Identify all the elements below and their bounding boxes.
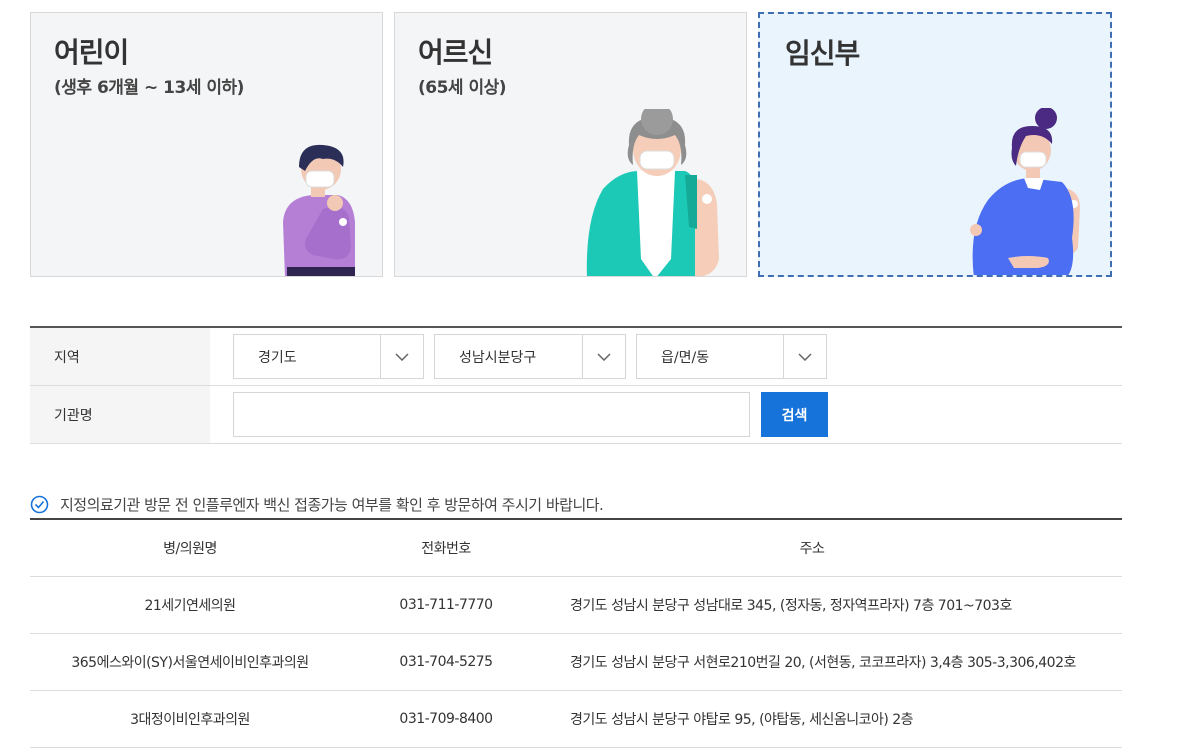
- institution-name-input[interactable]: [233, 392, 750, 437]
- category-subtitle: (65세 이상): [418, 78, 507, 98]
- town-select[interactable]: 읍/면/동: [636, 334, 827, 379]
- table-row[interactable]: 365에스와이(SY)서울연세이비인후과의원 031-704-5275 경기도 …: [30, 634, 1122, 691]
- category-card-seniors[interactable]: 어르신 (65세 이상): [394, 12, 747, 277]
- chevron-down-icon[interactable]: [380, 335, 423, 378]
- header-phone: 전화번호: [421, 541, 471, 557]
- hospital-name: 21세기연세의원: [144, 598, 236, 614]
- region-label: 지역: [30, 328, 210, 385]
- phone-number: 031-711-7770: [399, 597, 493, 613]
- region-row: 지역 경기도 성남시분당구 읍/면/동: [30, 328, 1122, 386]
- senior-illustration: [586, 109, 719, 276]
- child-illustration: [283, 144, 355, 276]
- category-card-pregnant[interactable]: 임신부: [758, 12, 1112, 277]
- table-row[interactable]: 21세기연세의원 031-711-7770 경기도 성남시 분당구 성남대로 3…: [30, 577, 1122, 634]
- results-table: 병/의원명 전화번호 주소 21세기연세의원 031-711-7770 경기도 …: [30, 518, 1122, 748]
- province-select-value: 경기도: [258, 349, 297, 366]
- chevron-down-icon[interactable]: [582, 335, 625, 378]
- category-card-children[interactable]: 어린이 (생후 6개월 ~ 13세 이하): [30, 12, 383, 277]
- institution-row: 기관명 검색: [30, 386, 1122, 444]
- search-form: 지역 경기도 성남시분당구 읍/면/동 기관명 검색: [30, 326, 1122, 444]
- address: 경기도 성남시 분당구 서현로210번길 20, (서현동, 코코프라자) 3,…: [570, 655, 1076, 671]
- table-header: 병/의원명 전화번호 주소: [30, 520, 1122, 577]
- district-select-value: 성남시분당구: [459, 349, 537, 366]
- notice: 지정의료기관 방문 전 인플루엔자 백신 접종가능 여부를 확인 후 방문하여 …: [30, 494, 604, 515]
- address: 경기도 성남시 분당구 야탑로 95, (야탑동, 세신옴니코아) 2층: [570, 712, 914, 728]
- category-title: 임신부: [785, 37, 860, 70]
- phone-number: 031-704-5275: [399, 654, 493, 670]
- category-title: 어린이: [54, 36, 129, 69]
- chevron-down-icon[interactable]: [783, 335, 826, 378]
- header-hospital-name: 병/의원명: [163, 541, 217, 557]
- address: 경기도 성남시 분당구 성남대로 345, (정자동, 정자역프라자) 7층 7…: [570, 598, 1012, 614]
- hospital-name: 365에스와이(SY)서울연세이비인후과의원: [71, 655, 309, 671]
- notice-text: 지정의료기관 방문 전 인플루엔자 백신 접종가능 여부를 확인 후 방문하여 …: [60, 496, 604, 514]
- header-address: 주소: [799, 541, 825, 557]
- hospital-name: 3대정이비인후과의원: [130, 712, 250, 728]
- pregnant-woman-illustration: [970, 108, 1080, 275]
- table-row[interactable]: 3대정이비인후과의원 031-709-8400 경기도 성남시 분당구 야탑로 …: [30, 691, 1122, 748]
- institution-field: 검색: [210, 386, 1122, 443]
- category-cards: 어린이 (생후 6개월 ~ 13세 이하) 어르신 (65세 이상) 임신부: [30, 12, 1112, 277]
- category-title: 어르신: [418, 36, 493, 69]
- town-select-value: 읍/면/동: [661, 349, 710, 366]
- phone-number: 031-709-8400: [399, 711, 493, 727]
- institution-label: 기관명: [30, 386, 210, 443]
- category-subtitle: (생후 6개월 ~ 13세 이하): [54, 78, 244, 98]
- district-select[interactable]: 성남시분당구: [434, 334, 626, 379]
- search-button[interactable]: 검색: [761, 392, 828, 437]
- region-selects: 경기도 성남시분당구 읍/면/동: [210, 328, 1122, 385]
- province-select[interactable]: 경기도: [233, 334, 424, 379]
- check-circle-icon: [30, 495, 49, 514]
